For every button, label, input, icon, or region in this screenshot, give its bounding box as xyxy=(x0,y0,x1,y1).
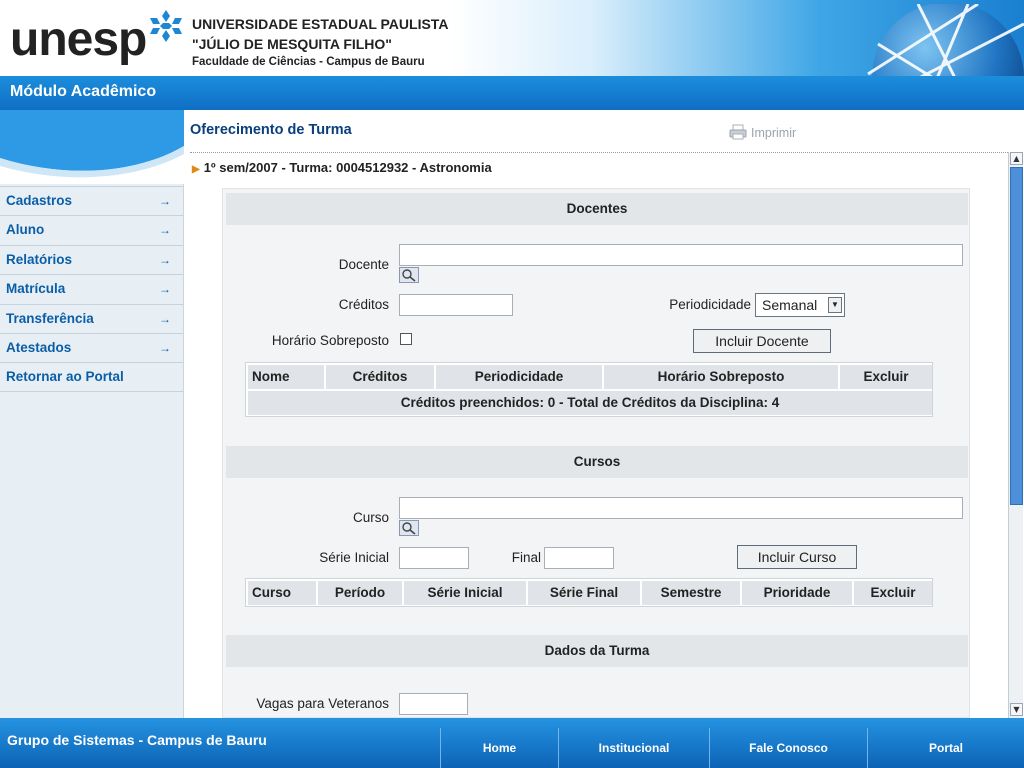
sidebar-item-retornar-portal[interactable]: Retornar ao Portal xyxy=(0,362,183,392)
print-label: Imprimir xyxy=(751,126,797,140)
scroll-down-icon[interactable]: ▼ xyxy=(1010,703,1023,716)
faculty-name: Faculdade de Ciências - Campus de Bauru xyxy=(192,56,425,68)
column-header: Série Final xyxy=(528,581,640,605)
arrow-right-icon: → xyxy=(159,194,171,208)
periodicidade-label: Periodicidade xyxy=(669,297,751,312)
incluir-curso-button[interactable]: Incluir Curso xyxy=(737,545,857,569)
periodicidade-value: Semanal xyxy=(762,297,818,313)
sidebar: Cadastros → Aluno → Relatórios → Matrícu… xyxy=(0,110,184,718)
docente-label: Docente xyxy=(338,257,389,272)
triangle-right-icon: ▶ xyxy=(192,164,200,175)
column-header: Série Inicial xyxy=(404,581,526,605)
form-panel: Docentes Docente Créditos Periodicidade … xyxy=(222,188,970,718)
column-header: Excluir xyxy=(840,365,932,389)
arrow-right-icon: → xyxy=(159,252,171,267)
sidebar-item-cadastros[interactable]: Cadastros → xyxy=(0,186,183,216)
sidebar-item-label: Relatórios xyxy=(6,251,73,267)
page-title: Oferecimento de Turma xyxy=(190,122,352,138)
column-header: Periodicidade xyxy=(436,365,602,389)
sidebar-item-label: Cadastros xyxy=(6,193,73,208)
section-header-docentes: Docentes xyxy=(226,193,968,225)
curso-input[interactable] xyxy=(399,497,963,519)
creditos-input[interactable] xyxy=(399,294,513,316)
sidebar-item-aluno[interactable]: Aluno → xyxy=(0,215,183,245)
footer-link-institucional[interactable]: Institucional xyxy=(558,728,709,768)
arrow-right-icon: → xyxy=(159,282,171,297)
scroll-up-icon[interactable]: ▲ xyxy=(1010,152,1023,165)
arrow-right-icon: → xyxy=(159,311,171,326)
serie-final-label: Final xyxy=(511,550,541,565)
chevron-down-icon: ▼ xyxy=(828,297,842,313)
page-header: unesp UNIVERSIDADE ESTADUAL PAULISTA "JÚ… xyxy=(0,0,1024,124)
breadcrumb-text: 1º sem/2007 - Turma: 0004512932 - Astron… xyxy=(203,160,492,175)
sidebar-item-label: Aluno xyxy=(6,222,45,238)
univ-name-line1: UNIVERSIDADE ESTADUAL PAULISTA xyxy=(192,16,449,32)
curso-lookup-icon[interactable] xyxy=(399,520,419,536)
docentes-table: Nome Créditos Periodicidade Horário Sobr… xyxy=(245,362,933,417)
serie-inicial-label: Série Inicial xyxy=(319,550,389,565)
arrow-right-icon: → xyxy=(159,340,171,355)
university-name: UNIVERSIDADE ESTADUAL PAULISTA "JÚLIO DE… xyxy=(192,14,448,70)
table-header-row: Nome Créditos Periodicidade Horário Sobr… xyxy=(248,365,932,389)
title-divider xyxy=(190,152,1010,153)
module-bar: Módulo Acadêmico xyxy=(0,76,1024,110)
sidebar-item-matricula[interactable]: Matrícula → xyxy=(0,274,183,304)
breadcrumb: ▶ 1º sem/2007 - Turma: 0004512932 - Astro… xyxy=(192,160,492,175)
vagas-veteranos-label: Vagas para Veteranos xyxy=(256,696,389,711)
column-header: Créditos xyxy=(326,365,434,389)
column-header: Período xyxy=(318,581,402,605)
serie-inicial-input[interactable] xyxy=(399,547,469,569)
unesp-logo[interactable]: unesp xyxy=(10,8,185,68)
sidebar-item-label: Retornar ao Portal xyxy=(6,369,124,385)
horario-sobreposto-label: Horário Sobreposto xyxy=(271,333,389,348)
column-header: Horário Sobreposto xyxy=(604,365,838,389)
table-summary-row: Créditos preenchidos: 0 - Total de Crédi… xyxy=(248,391,932,415)
periodicidade-select[interactable]: Semanal ▼ xyxy=(755,293,845,317)
univ-name-line2: "JÚLIO DE MESQUITA FILHO" xyxy=(192,36,392,52)
module-title: Módulo Acadêmico xyxy=(10,83,157,100)
table-header-row: Curso Período Série Inicial Série Final … xyxy=(248,581,932,605)
arrow-right-icon: → xyxy=(159,223,171,238)
column-header: Semestre xyxy=(642,581,740,605)
printer-icon xyxy=(729,124,747,140)
column-header: Excluir xyxy=(854,581,932,605)
docente-lookup-icon[interactable] xyxy=(399,267,419,283)
sidebar-item-label: Transferência xyxy=(6,310,94,326)
section-header-cursos: Cursos xyxy=(226,446,968,478)
footer-link-home[interactable]: Home xyxy=(440,728,558,768)
incluir-docente-button[interactable]: Incluir Docente xyxy=(693,329,831,353)
vertical-scrollbar[interactable]: ▲ ▼ xyxy=(1008,152,1023,718)
sidebar-item-transferencia[interactable]: Transferência → xyxy=(0,303,183,333)
horario-sobreposto-checkbox[interactable] xyxy=(400,333,412,345)
curso-label: Curso xyxy=(352,510,389,525)
sidebar-menu: Cadastros → Aluno → Relatórios → Matrícu… xyxy=(0,186,183,392)
vagas-veteranos-input[interactable] xyxy=(399,693,468,715)
footer-link-fale-conosco[interactable]: Fale Conosco xyxy=(709,728,867,768)
section-header-dados-turma: Dados da Turma xyxy=(226,635,968,667)
column-header: Curso xyxy=(248,581,316,605)
sidebar-item-atestados[interactable]: Atestados → xyxy=(0,332,183,363)
sidebar-item-label: Matrícula xyxy=(6,281,66,297)
sidebar-item-relatorios[interactable]: Relatórios → xyxy=(0,244,183,275)
footer-link-portal[interactable]: Portal xyxy=(867,728,1024,768)
column-header: Prioridade xyxy=(742,581,852,605)
sidebar-wave-graphic xyxy=(0,110,184,184)
page-footer: Grupo de Sistemas - Campus de Bauru Home… xyxy=(0,718,1024,768)
footer-text: Grupo de Sistemas - Campus de Bauru xyxy=(7,732,267,748)
footer-nav: Home Institucional Fale Conosco Portal xyxy=(440,728,1024,768)
sidebar-item-label: Atestados xyxy=(6,339,72,355)
column-header: Nome xyxy=(248,365,324,389)
docente-input[interactable] xyxy=(399,244,963,266)
creditos-label: Créditos xyxy=(338,297,389,312)
print-link[interactable]: Imprimir xyxy=(729,124,796,140)
logo-text: unesp xyxy=(10,13,147,66)
credits-summary: Créditos preenchidos: 0 - Total de Crédi… xyxy=(248,391,932,415)
scrollbar-thumb[interactable] xyxy=(1010,167,1023,505)
serie-final-input[interactable] xyxy=(544,547,614,569)
cursos-table: Curso Período Série Inicial Série Final … xyxy=(245,578,933,607)
logo-snowflake-icon xyxy=(150,10,182,42)
